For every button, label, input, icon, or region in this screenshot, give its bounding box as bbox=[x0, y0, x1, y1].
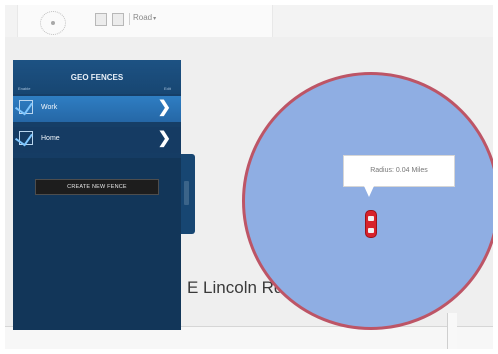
road-side-street bbox=[447, 313, 457, 349]
fence-item-label: Home bbox=[41, 135, 60, 142]
map-style-dropdown[interactable]: Road▾ bbox=[133, 13, 156, 22]
grip-icon bbox=[184, 181, 189, 205]
create-new-fence-button[interactable]: CREATE NEW FENCE bbox=[35, 179, 159, 195]
tooltip-pointer bbox=[364, 186, 374, 197]
fence-item-label: Work bbox=[41, 104, 58, 111]
fence-item-home[interactable]: Home ❯ bbox=[13, 127, 181, 153]
enable-checkbox-work[interactable] bbox=[14, 97, 33, 116]
fence-item-work[interactable]: Work ❯ bbox=[13, 96, 181, 122]
app-frame: Road▾ E Lincoln Rd nter Radius: 0.04 Mil… bbox=[5, 5, 493, 349]
map-style-label: Road bbox=[133, 13, 153, 22]
chevron-down-icon: ▾ bbox=[153, 16, 157, 22]
geo-fence-circle[interactable] bbox=[242, 72, 493, 330]
column-header-enable: Enable bbox=[18, 86, 31, 91]
map-toolbar: Road▾ bbox=[17, 5, 273, 38]
column-header-edit: Edit bbox=[164, 86, 171, 91]
chevron-right-icon[interactable]: ❯ bbox=[158, 129, 171, 149]
car-marker-icon[interactable] bbox=[365, 210, 377, 238]
checkmark-icon bbox=[14, 97, 33, 116]
geo-fences-panel: GEO FENCES Enable Edit Work ❯ Home ❯ CRE… bbox=[13, 60, 181, 330]
radius-text: Radius: 0.04 Miles bbox=[370, 167, 428, 174]
layers-icon[interactable] bbox=[112, 13, 124, 26]
toolbar-divider bbox=[129, 13, 130, 25]
compass-icon[interactable] bbox=[40, 11, 66, 35]
enable-checkbox-home[interactable] bbox=[14, 128, 33, 147]
panel-collapse-handle[interactable] bbox=[181, 154, 195, 234]
panel-header: GEO FENCES Enable Edit bbox=[13, 60, 181, 94]
checkmark-icon bbox=[14, 128, 33, 147]
radius-tooltip: Radius: 0.04 Miles bbox=[343, 155, 455, 187]
panel-title: GEO FENCES bbox=[70, 73, 124, 82]
zoom-icon[interactable] bbox=[95, 13, 107, 26]
chevron-right-icon[interactable]: ❯ bbox=[158, 98, 171, 118]
